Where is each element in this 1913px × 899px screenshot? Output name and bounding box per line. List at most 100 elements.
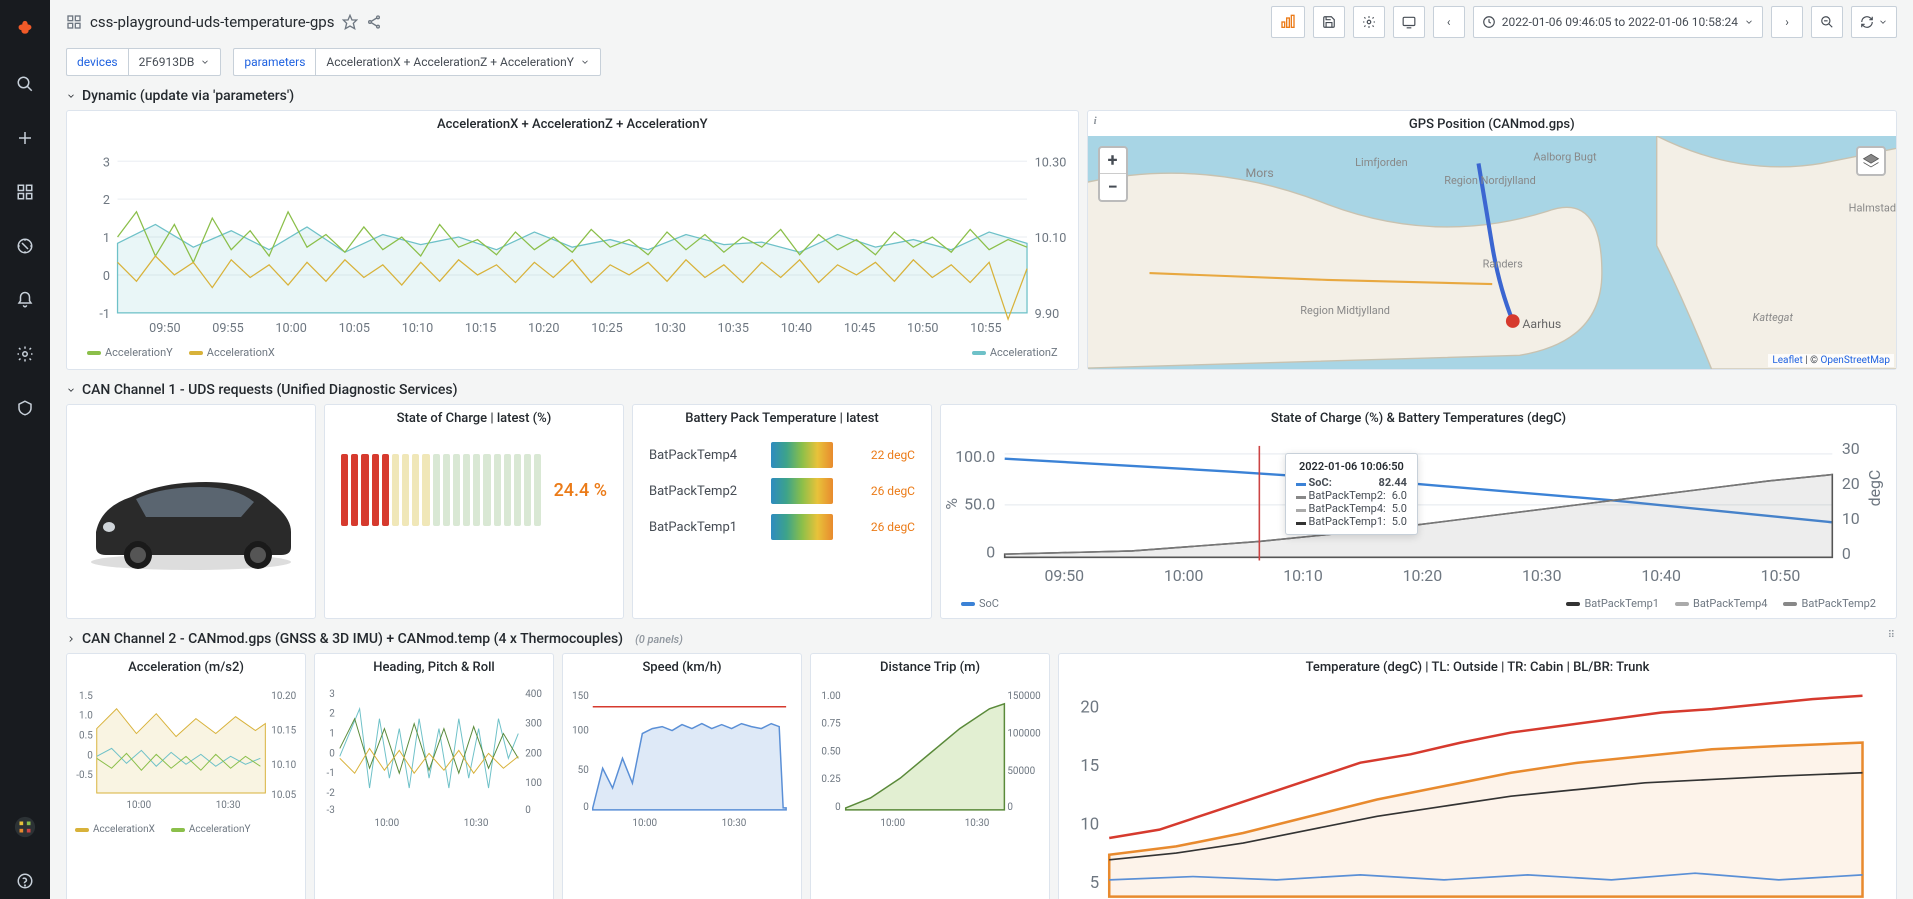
svg-text:10:30: 10:30 [216,800,241,811]
svg-text:-3: -3 [327,805,335,816]
svg-text:100000: 100000 [1007,729,1040,740]
chevron-down-icon [1744,17,1754,27]
panel-small-accel[interactable]: Acceleration (m/s2) 1.51.00.50-0.5 10.20… [66,653,306,899]
svg-text:10:00: 10:00 [1164,566,1204,585]
tv-mode-button[interactable] [1393,6,1425,38]
svg-text:10:30: 10:30 [654,321,685,336]
svg-text:10:15: 10:15 [465,321,496,336]
svg-text:10:10: 10:10 [402,321,433,336]
svg-text:-1: -1 [99,307,110,322]
share-icon[interactable] [366,14,382,30]
leaflet-link[interactable]: Leaflet [1772,355,1802,366]
soc-value: 24.4 % [554,480,607,501]
osm-link[interactable]: OpenStreetMap [1821,355,1891,366]
panel-gps-map[interactable]: i GPS Position (CANmod.gps) Mors Limfjor… [1087,110,1897,370]
svg-text:300: 300 [525,719,542,730]
svg-text:0.75: 0.75 [821,719,841,730]
star-icon[interactable] [342,14,358,30]
svg-text:10:20: 10:20 [1403,566,1443,585]
plus-icon[interactable] [7,120,43,156]
svg-text:100: 100 [572,726,589,737]
small-accel-chart: 1.51.00.50-0.5 10.2010.1510.1010.05 10:0… [67,679,305,818]
refresh-button[interactable] [1851,6,1897,38]
user-avatar[interactable] [7,809,43,845]
svg-text:20: 20 [1080,698,1099,718]
panel-car-image[interactable] [66,404,316,619]
time-forward-button[interactable]: › [1771,6,1803,38]
svg-text:10:10: 10:10 [1283,566,1323,585]
svg-text:Halmstad: Halmstad [1848,201,1895,214]
explore-icon[interactable] [7,228,43,264]
panel-small-temp[interactable]: Temperature (degC) | TL: Outside | TR: C… [1058,653,1897,899]
map-attribution: Leaflet | © OpenStreetMap [1768,354,1894,367]
topbar: css-playground-uds-temperature-gps ‹ 202… [50,0,1913,44]
svg-text:0: 0 [525,805,531,816]
svg-text:10:00: 10:00 [127,800,152,811]
row-can2-header[interactable]: CAN Channel 2 - CANmod.gps (GNSS & 3D IM… [66,631,1897,647]
panel-title: State of Charge (%) & Battery Temperatur… [941,405,1896,430]
map-zoom-in[interactable]: + [1100,148,1126,174]
add-panel-button[interactable] [1271,6,1305,38]
svg-text:100: 100 [525,778,542,789]
svg-text:0: 0 [583,802,589,813]
chevron-right-icon [66,634,76,644]
svg-text:10:05: 10:05 [339,321,370,336]
row-panel-count: (0 panels) [635,633,683,646]
panel-acceleration[interactable]: AccelerationX + AccelerationZ + Accelera… [66,110,1079,370]
panel-soc-gauge[interactable]: State of Charge | latest (%) 24.4 % [324,404,624,619]
svg-text:10:20: 10:20 [528,321,559,336]
svg-text:10:40: 10:40 [781,321,812,336]
panel-small-dist[interactable]: Distance Trip (m) 1.000.750.500.250 1500… [810,653,1050,899]
info-icon[interactable]: i [1094,115,1097,127]
svg-text:0: 0 [329,749,335,760]
time-range-picker[interactable]: 2022-01-06 09:46:05 to 2022-01-06 10:58:… [1473,6,1763,38]
panel-small-hpr[interactable]: Heading, Pitch & Roll 3210-1-2-3 4003002… [314,653,554,899]
grafana-logo[interactable] [7,12,43,48]
help-icon[interactable] [7,863,43,899]
main-content: css-playground-uds-temperature-gps ‹ 202… [50,0,1913,899]
row-drag-handle[interactable]: ⠿ [1888,633,1895,638]
var-devices-select[interactable]: 2F6913DB [128,48,222,76]
var-parameters-select[interactable]: AccelerationX + AccelerationZ + Accelera… [315,48,601,76]
row-can1-header[interactable]: CAN Channel 1 - UDS requests (Unified Di… [66,382,1897,398]
save-button[interactable] [1313,6,1345,38]
svg-text:150: 150 [572,691,589,702]
svg-text:1.0: 1.0 [79,711,93,722]
search-icon[interactable] [7,66,43,102]
map-zoom-out[interactable]: − [1100,174,1126,200]
configuration-icon[interactable] [7,336,43,372]
time-range-text: 2022-01-06 09:46:05 to 2022-01-06 10:58:… [1502,15,1738,29]
soc-chart: 100.050.00 % 3020100 degC 09:5010:0010:1… [941,430,1896,589]
alerting-icon[interactable] [7,282,43,318]
row-dynamic-header[interactable]: Dynamic (update via 'parameters') [66,88,1897,104]
dashboards-icon[interactable] [7,174,43,210]
panel-title: AccelerationX + AccelerationZ + Accelera… [67,111,1078,136]
zoom-out-button[interactable] [1811,6,1843,38]
svg-text:10.05: 10.05 [271,790,296,801]
svg-text:Kattegat: Kattegat [1752,311,1793,324]
svg-text:10:35: 10:35 [718,321,749,336]
svg-text:10.10: 10.10 [1035,231,1067,246]
server-admin-icon[interactable] [7,390,43,426]
svg-text:10:40: 10:40 [1641,566,1681,585]
svg-text:2: 2 [329,709,335,720]
accel-chart: 3210-1 10.3010.109.90 09:5009:5510:0010:… [67,136,1078,338]
panel-soc-chart[interactable]: State of Charge (%) & Battery Temperatur… [940,404,1897,619]
svg-text:5: 5 [1090,873,1099,893]
dashboard-title: css-playground-uds-temperature-gps [90,13,334,31]
panel-title: Battery Pack Temperature | latest [633,405,931,430]
svg-text:10:30: 10:30 [1522,566,1562,585]
settings-button[interactable] [1353,6,1385,38]
svg-text:10.10: 10.10 [271,760,296,771]
svg-text:200: 200 [525,749,542,760]
time-back-button[interactable]: ‹ [1433,6,1465,38]
svg-text:09:50: 09:50 [1044,566,1084,585]
panel-small-speed[interactable]: Speed (km/h) 150100500 10:0010:30 [562,653,802,899]
map-layers-button[interactable] [1856,146,1886,176]
svg-text:0.50: 0.50 [821,747,840,758]
svg-text:1: 1 [329,729,335,740]
svg-text:10:55: 10:55 [970,321,1001,336]
map-canvas[interactable]: Mors Limfjorden Region Nordjylland Aalbo… [1088,136,1896,369]
svg-text:20: 20 [1842,474,1860,493]
panel-batt-temp[interactable]: Battery Pack Temperature | latest BatPac… [632,404,932,619]
